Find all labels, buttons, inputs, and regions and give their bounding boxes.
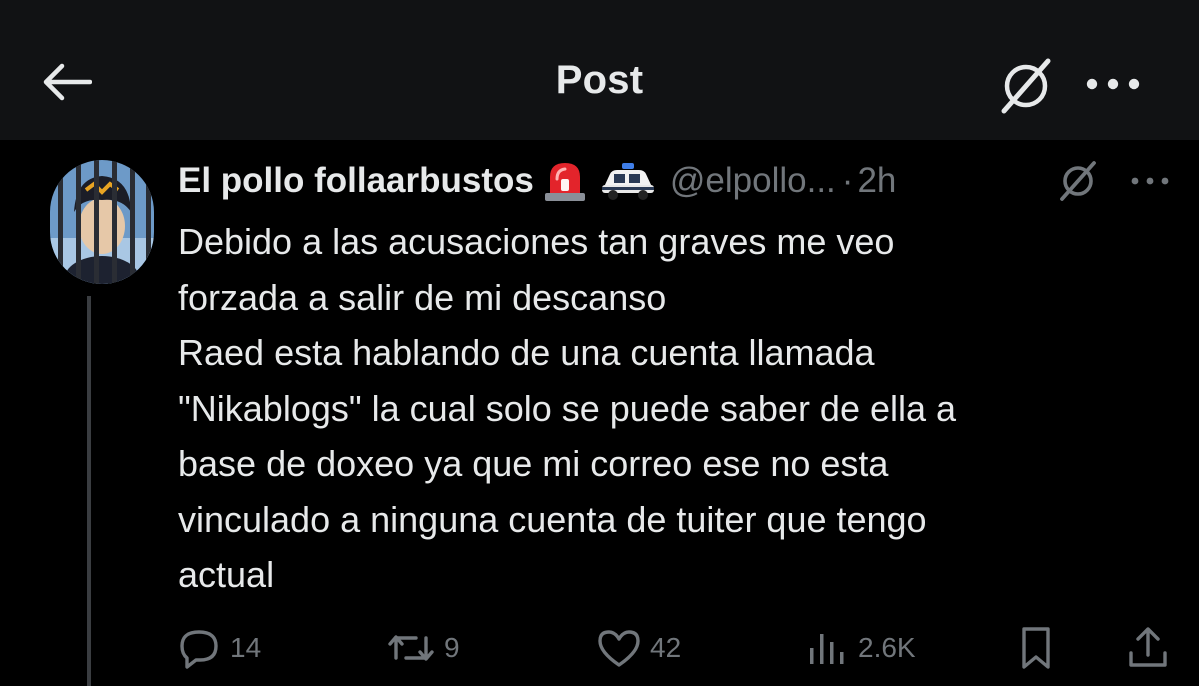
tweet-more-button[interactable] <box>1124 166 1176 196</box>
bookmark-button[interactable] <box>1016 620 1056 676</box>
timestamp[interactable]: 2h <box>857 161 896 201</box>
more-horizontal-icon <box>1131 177 1169 185</box>
top-bar: Post <box>0 0 1199 140</box>
rotating-light-icon <box>542 159 588 203</box>
views-button[interactable]: 2.6K <box>806 620 916 676</box>
more-horizontal-icon <box>1086 78 1140 90</box>
tweet-text-line: Raed esta hablando de una cuenta llamada <box>178 332 875 373</box>
tweet-header: El pollo follaarbustos @elpollo... · 2h <box>178 158 896 204</box>
avatar[interactable] <box>50 160 154 284</box>
separator-dot: · <box>841 161 854 200</box>
display-name[interactable]: El pollo follaarbustos <box>178 161 534 201</box>
tweet-text-line: "Nikablogs" la cual solo se puede saber … <box>178 387 957 429</box>
share-button[interactable] <box>1126 620 1170 676</box>
repost-button[interactable]: 9 <box>386 620 460 676</box>
reply-count: 14 <box>230 632 262 663</box>
grok-button[interactable] <box>995 56 1057 116</box>
tweet-text-line: Debido a las acusaciones tan graves me v… <box>178 221 895 262</box>
heart-icon <box>598 630 640 667</box>
grok-slash-icon <box>1060 161 1096 201</box>
like-count: 42 <box>650 632 682 663</box>
tweet-text-line: forzada a salir de mi descanso <box>178 276 667 318</box>
views-count: 2.6K <box>858 632 916 663</box>
like-button[interactable]: 42 <box>596 620 681 676</box>
views-bar-chart-icon <box>810 634 844 664</box>
repost-count: 9 <box>444 632 460 663</box>
grok-slash-icon <box>1001 58 1051 114</box>
reply-icon <box>180 630 218 669</box>
handle[interactable]: @elpollo... <box>670 161 836 201</box>
police-car-icon <box>600 161 656 201</box>
reply-button[interactable]: 14 <box>178 620 261 676</box>
tweet-text-line: actual <box>178 554 275 595</box>
tweet-text-line: base de doxeo ya que mi correo ese no es… <box>178 443 889 484</box>
avatar-image <box>50 160 154 284</box>
action-bar: 14 9 42 2.6K <box>0 620 1199 676</box>
more-options-button[interactable] <box>1082 62 1144 106</box>
tweet-text-line: vinculado a ninguna cuenta de tuiter que… <box>178 498 927 540</box>
tweet-text: Debido a las acusaciones tan graves me v… <box>178 214 1168 603</box>
share-icon <box>1129 627 1167 667</box>
repost-icon <box>388 635 434 661</box>
bookmark-icon <box>1022 627 1050 669</box>
tweet-grok-button[interactable] <box>1052 158 1104 204</box>
